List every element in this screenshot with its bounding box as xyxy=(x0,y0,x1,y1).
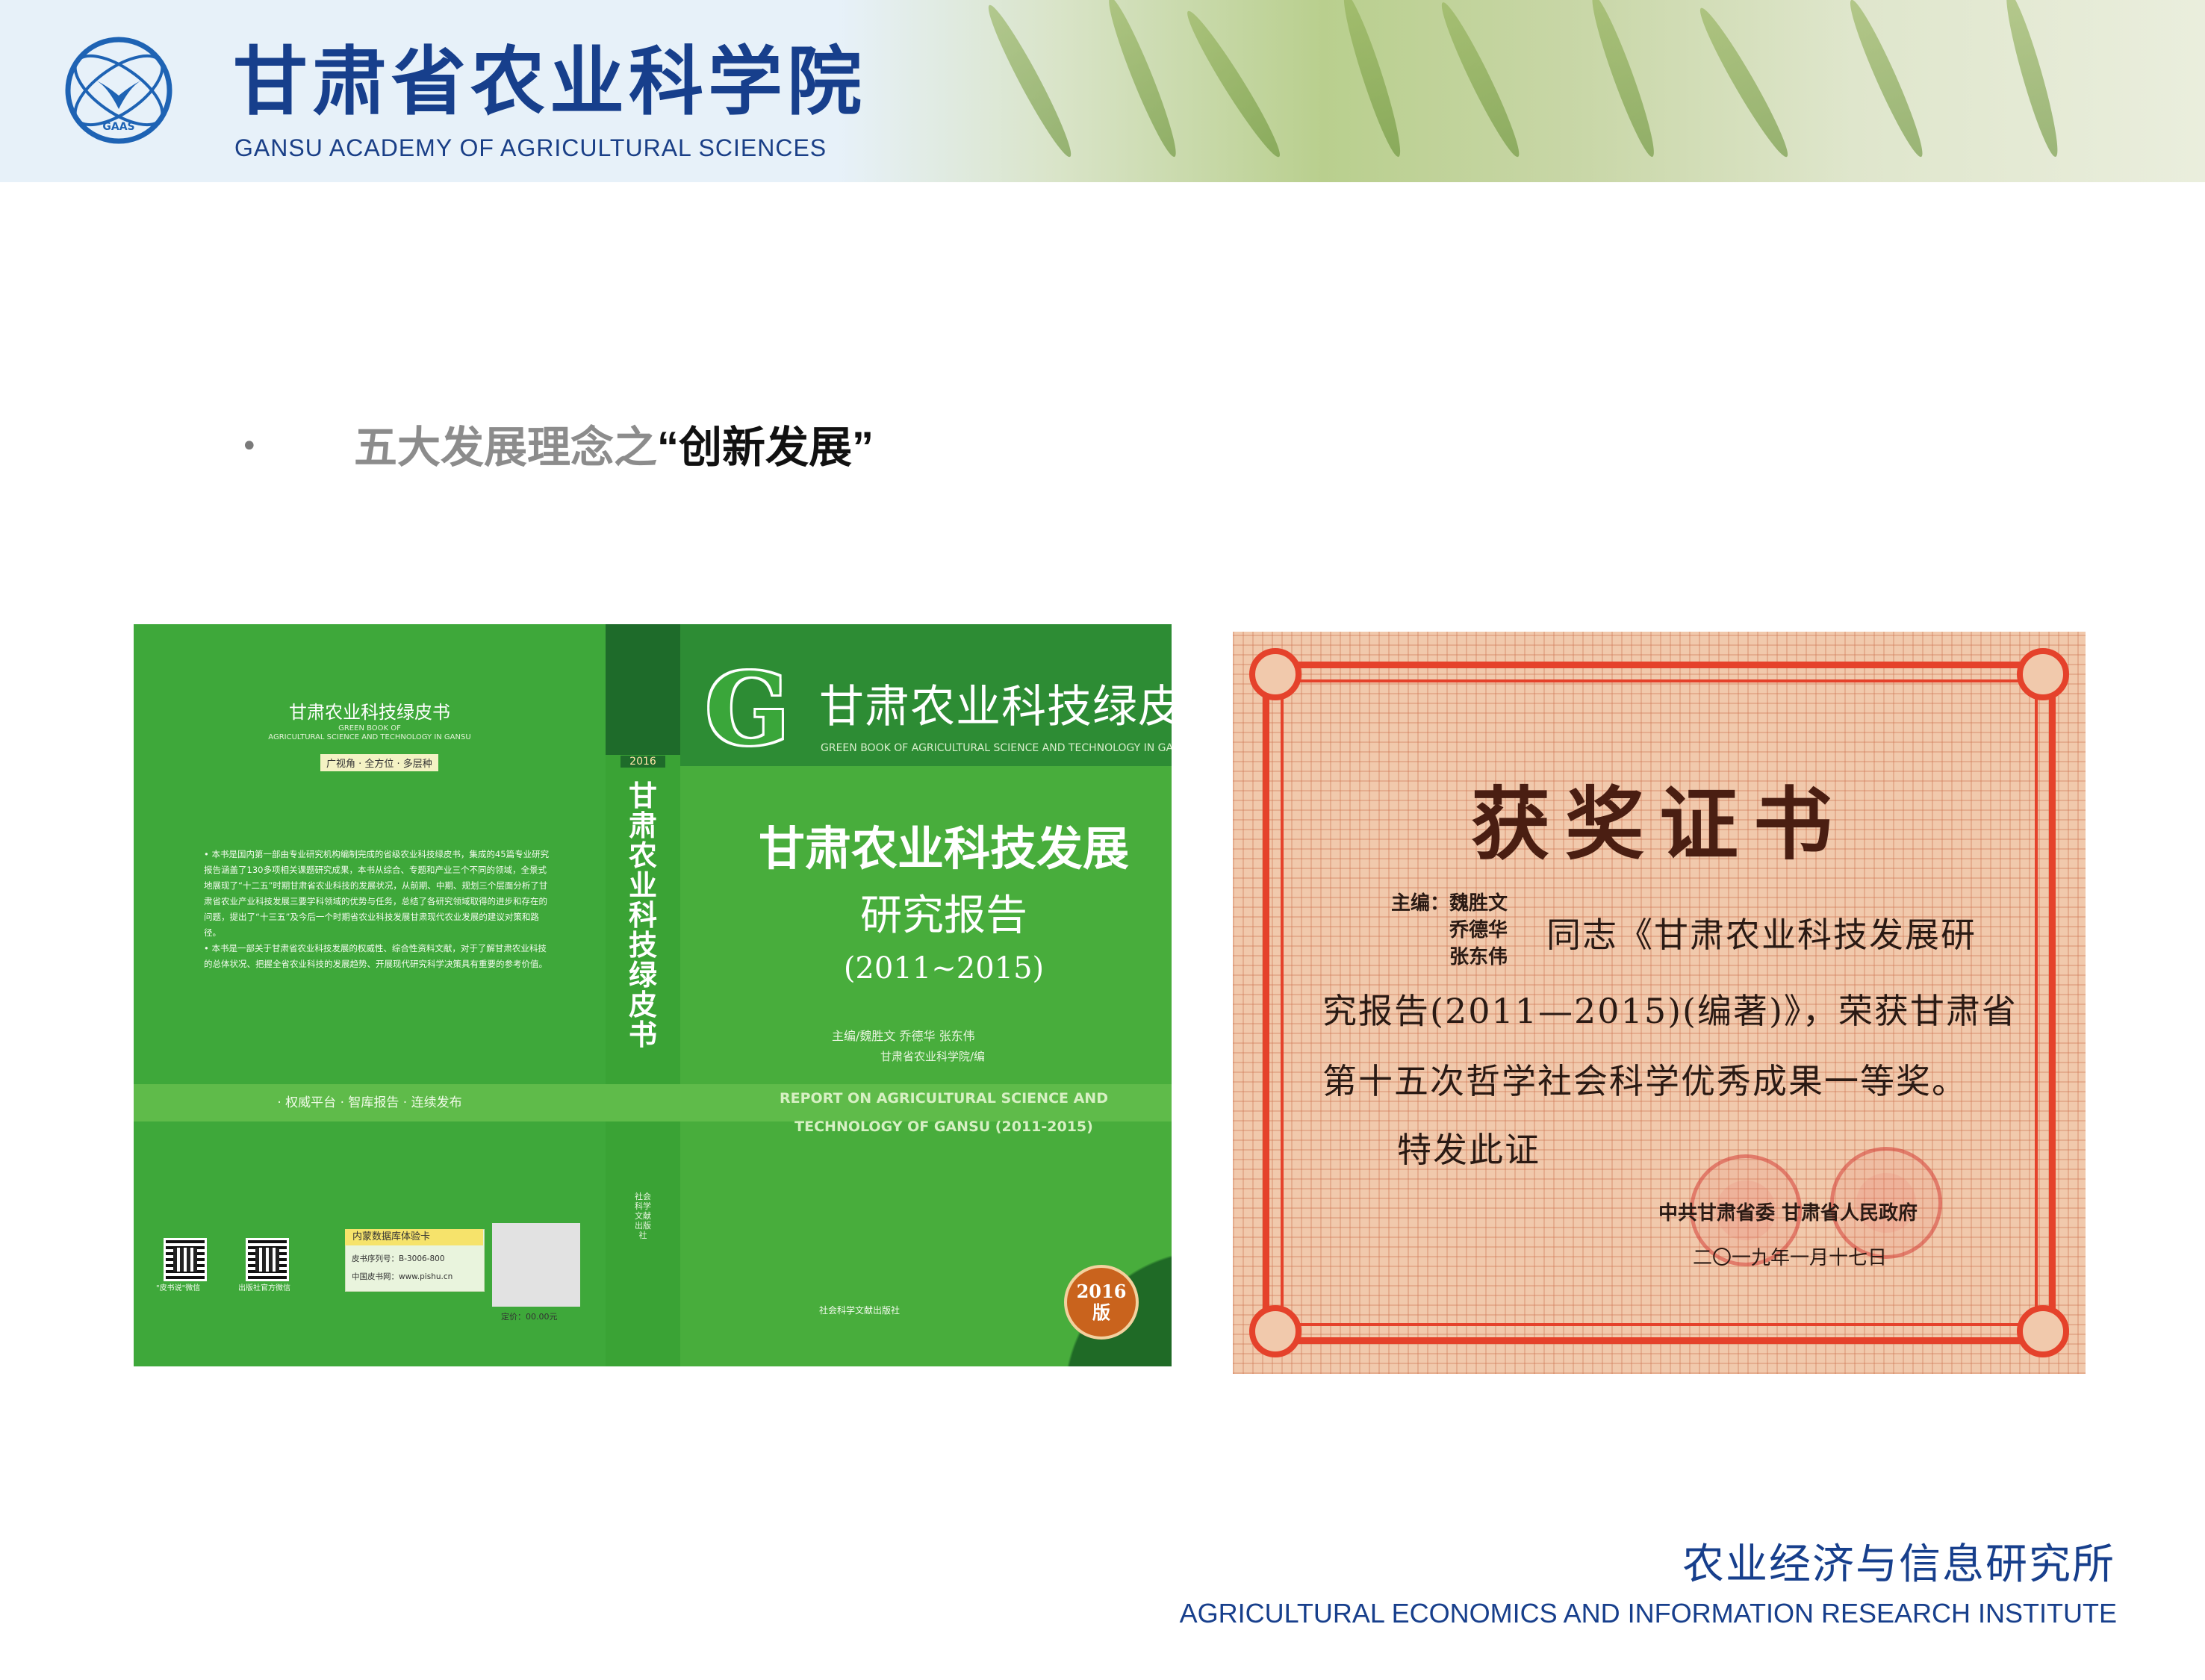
book-title: 甘肃农业科技发展 xyxy=(758,821,1129,876)
corner-ornament-icon xyxy=(2017,1305,2069,1357)
spine-publisher: 社会科学文献出版社 xyxy=(635,1192,651,1240)
book-en-title: REPORT ON AGRICULTURAL SCIENCE AND TECHN… xyxy=(731,1084,1157,1141)
institute-name-cn: 农业经济与信息研究所 xyxy=(1682,1540,2115,1589)
corner-ornament-icon xyxy=(1249,1305,1301,1357)
certificate-date: 二〇一九年一月十七日 xyxy=(1693,1247,1888,1269)
certificate-text-line: 第十五次哲学社会科学优秀成果一等奖。 xyxy=(1322,1061,1968,1101)
database-card-header: 内蒙数据库体验卡 xyxy=(345,1229,483,1245)
badge-edition: 版 xyxy=(1092,1301,1110,1323)
editor-name: 张东伟 xyxy=(1449,946,1508,968)
back-slogan: · 权威平台 · 智库报告 · 连续发布 xyxy=(277,1095,462,1110)
logo-text: GAAS xyxy=(102,121,134,133)
publisher-logo: 社会科学文献出版社 xyxy=(819,1305,901,1316)
wheat-decoration xyxy=(1434,0,1527,161)
certificate-text-line: 同志《甘肃农业科技发展研 xyxy=(1546,915,1977,955)
certificate-text-line: 特发此证 xyxy=(1397,1130,1540,1170)
bullet-marker: • xyxy=(240,429,258,464)
back-series-en-line: AGRICULTURAL SCIENCE AND TECHNOLOGY IN G… xyxy=(268,733,471,741)
book-cover-image: 甘肃农业科技绿皮书 GREEN BOOK OF AGRICULTURAL SCI… xyxy=(134,624,1172,1366)
database-card-line: 中国皮书网：www.pishu.cn xyxy=(352,1272,453,1281)
spine-year: 2016 xyxy=(621,756,665,768)
wheat-decoration xyxy=(1336,0,1408,161)
book-en-title-line: REPORT ON AGRICULTURAL SCIENCE AND xyxy=(780,1090,1108,1107)
wheat-decoration xyxy=(1101,0,1184,161)
award-certificate-image: 获奖证书 主编：魏胜文 乔德华 张东伟 同志《甘肃农业科技发展研 究报告(201… xyxy=(1233,632,2086,1374)
book-editors: 主编/魏胜文 乔德华 张东伟 xyxy=(832,1029,975,1043)
org-name-en: GANSU ACADEMY OF AGRICULTURAL SCIENCES xyxy=(234,134,827,161)
wheat-decoration xyxy=(980,0,1079,162)
qr-caption: "皮书说"微信 xyxy=(156,1284,201,1292)
wheat-decoration xyxy=(1180,6,1288,162)
qr-caption: 出版社官方微信 xyxy=(238,1284,290,1292)
series-title-en: GREEN BOOK OF AGRICULTURAL SCIENCE AND T… xyxy=(821,742,1172,754)
certificate-text-line: 究报告(2011—2015)(编著)》，荣获甘肃省 xyxy=(1322,991,2018,1031)
gaas-logo-icon: GAAS xyxy=(65,37,172,144)
wheat-decoration xyxy=(1842,0,1930,161)
certificate-editors: 主编：魏胜文 乔德华 张东伟 xyxy=(1391,890,1508,971)
series-g-logo-icon: G xyxy=(705,652,790,768)
corner-ornament-icon xyxy=(1249,648,1301,700)
badge-year: 2016 xyxy=(1076,1281,1127,1302)
certificate-issuer: 中共甘肃省委 甘肃省人民政府 xyxy=(1658,1202,1918,1225)
book-spine-top xyxy=(606,624,680,755)
corner-ornament-icon xyxy=(2017,648,2069,700)
editor-name: 乔德华 xyxy=(1449,919,1508,942)
qr-code-icon xyxy=(246,1238,289,1281)
spine-title: 甘肃农业科技绿皮书 xyxy=(628,780,657,1051)
certificate-title: 获奖证书 xyxy=(1471,777,1847,871)
barcode-area xyxy=(492,1223,580,1307)
back-blurb: • 本书是国内第一部由专业研究机构编制完成的省级农业科技绿皮书，集成的45篇专业… xyxy=(204,849,550,969)
wheat-decoration xyxy=(1692,3,1796,162)
heading-emphasis: “创新发展” xyxy=(657,423,874,472)
wheat-decoration xyxy=(1584,0,1662,161)
header-banner: GAAS 甘肃省农业科学院 GANSU ACADEMY OF AGRICULTU… xyxy=(0,0,2205,182)
wheat-decoration xyxy=(1999,0,2065,160)
back-series-en-line: GREEN BOOK OF xyxy=(338,724,401,732)
org-name-cn: 甘肃省农业科学院 xyxy=(233,37,866,125)
institute-name-en: AGRICULTURAL ECONOMICS AND INFORMATION R… xyxy=(1179,1598,2117,1628)
slide-heading: 五大发展理念之“创新发展” xyxy=(354,422,874,474)
back-series-title: 甘肃农业科技绿皮书 xyxy=(289,702,450,723)
book-years: (2011~2015) xyxy=(843,951,1045,986)
book-subtitle: 研究报告 xyxy=(860,892,1027,940)
heading-prefix: 五大发展理念之 xyxy=(354,423,658,472)
book-en-title-line: TECHNOLOGY OF GANSU (2011-2015) xyxy=(794,1119,1093,1135)
series-title-cn: 甘肃农业科技绿皮书 xyxy=(819,681,1172,733)
editors-label: 主编： xyxy=(1391,892,1450,915)
back-series-en: GREEN BOOK OF AGRICULTURAL SCIENCE AND T… xyxy=(134,724,606,742)
database-card-line: 皮书序列号：B-3006-800 xyxy=(352,1254,445,1263)
editor-name: 魏胜文 xyxy=(1449,892,1508,915)
book-price: 定价：00.00元 xyxy=(501,1312,558,1322)
edition-badge: 2016 版 xyxy=(1064,1265,1139,1340)
back-tags: 广视角 · 全方位 · 多层种 xyxy=(320,754,438,771)
book-compiler: 甘肃省农业科学院/编 xyxy=(880,1050,986,1063)
qr-code-icon xyxy=(164,1238,207,1281)
